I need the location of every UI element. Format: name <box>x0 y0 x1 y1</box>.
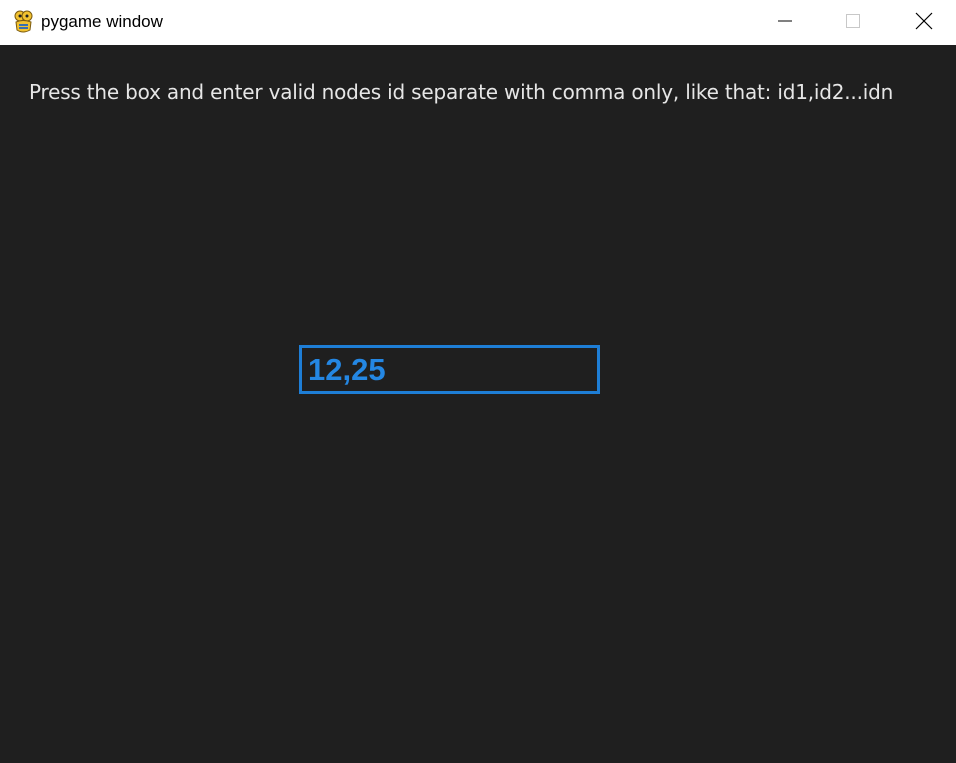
instruction-text: Press the box and enter valid nodes id s… <box>29 80 894 104</box>
close-icon <box>915 12 933 34</box>
node-ids-input[interactable]: 12,25 <box>299 345 600 394</box>
close-button[interactable] <box>901 0 947 45</box>
pygame-snake-icon <box>12 10 35 34</box>
minimize-icon <box>777 13 793 33</box>
maximize-icon <box>845 13 861 33</box>
maximize-button[interactable] <box>830 0 876 45</box>
input-value: 12,25 <box>308 352 386 387</box>
game-canvas[interactable]: Press the box and enter valid nodes id s… <box>0 45 956 763</box>
title-bar[interactable]: pygame window <box>0 0 956 45</box>
minimize-button[interactable] <box>762 0 808 45</box>
window-title: pygame window <box>41 12 163 31</box>
